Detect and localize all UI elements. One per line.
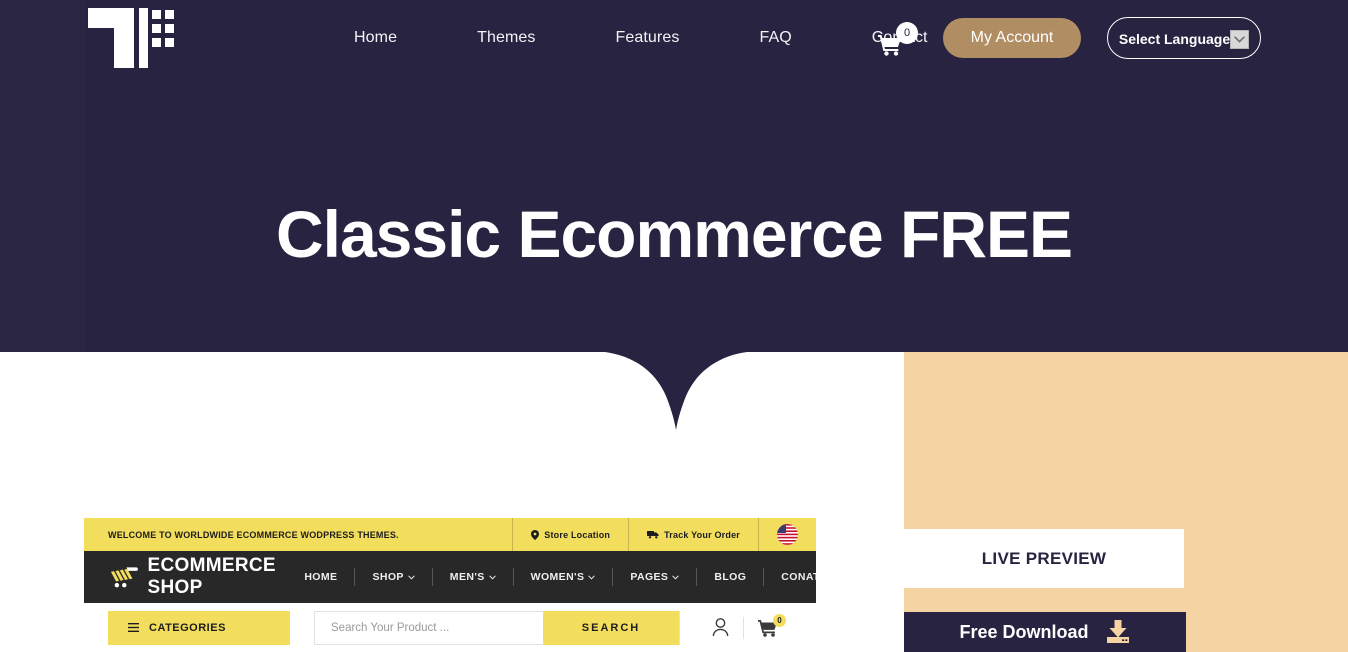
chevron-down-icon[interactable] (1230, 30, 1250, 49)
preview-menu-shop-label: SHOP (372, 571, 404, 583)
preview-topbar: WELCOME TO WORLDWIDE ECOMMERCE WODPRESS … (84, 518, 816, 551)
preview-menu-blog[interactable]: BLOG (696, 568, 763, 586)
map-pin-icon (531, 529, 540, 540)
cart-count-badge: 0 (896, 22, 918, 44)
preview-menu-contact[interactable]: CONATCT US (763, 568, 816, 586)
preview-menu-contact-label: CONATCT US (781, 571, 816, 583)
preview-brand[interactable]: ECOMMERCE SHOP (108, 555, 287, 599)
preview-topbar-links: Store Location Track Your Order (512, 518, 816, 551)
preview-categories-button[interactable]: CATEGORIES (108, 610, 290, 645)
theme-screenshot-preview[interactable]: WELCOME TO WORLDWIDE ECOMMERCE WODPRESS … (84, 518, 816, 652)
preview-menu-home-label: HOME (304, 571, 338, 583)
preview-cart-button[interactable]: 0 (744, 613, 792, 637)
preview-categories-label: CATEGORIES (149, 621, 226, 634)
live-preview-button[interactable]: LIVE PREVIEW (904, 529, 1184, 588)
preview-welcome-text: WELCOME TO WORLDWIDE ECOMMERCE WODPRESS … (108, 529, 399, 540)
user-icon (712, 618, 729, 637)
preview-cart-count-badge: 0 (773, 613, 786, 627)
preview-menu-pages-label: PAGES (630, 571, 669, 583)
chevron-down-icon (408, 574, 415, 580)
preview-menu: HOME SHOP MEN'S WOMEN'S PAGES BLOG CONA (287, 551, 816, 603)
preview-menu-shop[interactable]: SHOP (354, 568, 431, 586)
preview-language-flag[interactable] (758, 518, 816, 551)
free-download-button[interactable]: Free Download (904, 612, 1186, 652)
hero-section: Home Themes Features FAQ Contact 0 My (0, 0, 1348, 352)
preview-store-location[interactable]: Store Location (512, 518, 628, 551)
preview-account-icons: 0 (698, 613, 792, 639)
preview-search-field[interactable]: Search Your Product ... SEARCH (314, 610, 680, 645)
preview-menu-blog-label: BLOG (714, 571, 747, 583)
download-icon (1106, 620, 1129, 643)
free-download-label: Free Download (959, 621, 1089, 642)
shopping-cart-logo-icon (110, 567, 138, 588)
page-title: Classic Ecommerce FREE (275, 197, 1073, 271)
nav-item-home[interactable]: Home (340, 0, 437, 76)
chevron-down-icon (588, 574, 596, 580)
preview-menu-mens[interactable]: MEN'S (431, 568, 513, 586)
preview-store-location-label: Store Location (544, 529, 611, 540)
preview-user-button[interactable] (698, 618, 743, 637)
action-panel (904, 352, 1348, 652)
select-language-button[interactable]: Select Language (1107, 17, 1261, 59)
us-flag-icon (777, 524, 798, 545)
preview-track-order-label: Track Your Order (664, 529, 740, 540)
truck-icon (647, 531, 659, 539)
site-logo[interactable] (88, 2, 174, 74)
preview-menu-womens[interactable]: WOMEN'S (512, 568, 613, 586)
preview-menu-mens-label: MEN'S (449, 571, 485, 583)
preview-navbar: ECOMMERCE SHOP HOME SHOP MEN'S WOMEN'S P… (84, 551, 816, 603)
select-language-label: Select Language (1118, 31, 1231, 47)
cart-button[interactable]: 0 (878, 22, 920, 56)
preview-menu-womens-label: WOMEN'S (530, 571, 585, 583)
page-root: Home Themes Features FAQ Contact 0 My (0, 0, 1348, 652)
chevron-down-icon (672, 574, 680, 580)
hamburger-icon (128, 623, 139, 632)
main-nav-links: Home Themes Features FAQ Contact (340, 0, 968, 76)
preview-search-button[interactable]: SEARCH (543, 610, 679, 645)
nav-item-themes[interactable]: Themes (437, 0, 575, 76)
preview-brand-name: ECOMMERCE SHOP (147, 555, 276, 598)
nav-item-features[interactable]: Features (576, 0, 720, 76)
preview-search-placeholder: Search Your Product ... (331, 621, 450, 634)
preview-menu-home[interactable]: HOME (287, 568, 354, 586)
hero-drip-decoration (590, 350, 762, 432)
preview-search-row: CATEGORIES Search Your Product ... SEARC… (84, 603, 816, 652)
chevron-down-icon (488, 574, 496, 580)
nav-item-faq[interactable]: FAQ (719, 0, 831, 76)
preview-menu-pages[interactable]: PAGES (612, 568, 696, 586)
preview-track-order[interactable]: Track Your Order (628, 518, 758, 551)
my-account-button[interactable]: My Account (943, 18, 1081, 58)
top-navigation-bar: Home Themes Features FAQ Contact 0 My (0, 0, 1348, 76)
